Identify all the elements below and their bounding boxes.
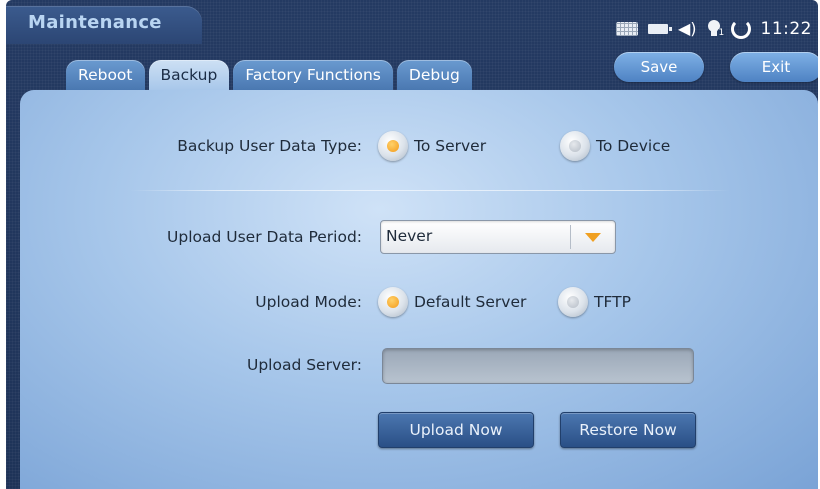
bulb-icon[interactable]: 1 bbox=[707, 20, 727, 39]
device-screen: Maintenance ◀) 1 11:22 Reboot Backup Fac… bbox=[6, 0, 818, 489]
select-separator bbox=[570, 225, 571, 249]
to-device-radio[interactable] bbox=[560, 131, 590, 161]
to-server-radio[interactable] bbox=[378, 131, 408, 161]
tftp-label[interactable]: TFTP bbox=[594, 293, 631, 311]
sync-icon bbox=[730, 19, 751, 39]
dropdown-arrow-icon[interactable] bbox=[585, 233, 601, 242]
tab-backup[interactable]: Backup bbox=[148, 60, 230, 90]
tab-bar: Reboot Backup Factory Functions Debug bbox=[66, 60, 472, 90]
tab-factory-functions[interactable]: Factory Functions bbox=[233, 60, 393, 90]
backup-panel: Backup User Data Type: To Server To Devi… bbox=[20, 90, 818, 489]
exit-button[interactable]: Exit bbox=[730, 52, 818, 82]
upload-now-button[interactable]: Upload Now bbox=[378, 412, 534, 448]
upload-server-field[interactable] bbox=[382, 348, 694, 384]
volume-icon[interactable]: ◀) bbox=[678, 21, 697, 37]
clock: 11:22 bbox=[760, 19, 812, 39]
tab-reboot[interactable]: Reboot bbox=[66, 60, 145, 90]
upload-server-label: Upload Server: bbox=[246, 356, 362, 374]
upload-period-select[interactable]: Never bbox=[380, 220, 616, 254]
notification-badge: 1 bbox=[716, 28, 727, 39]
title-tab: Maintenance bbox=[6, 6, 202, 44]
restore-now-button[interactable]: Restore Now bbox=[560, 412, 696, 448]
battery-icon bbox=[647, 24, 672, 34]
page-title: Maintenance bbox=[28, 12, 162, 33]
keyboard-icon[interactable] bbox=[615, 22, 638, 36]
tftp-radio[interactable] bbox=[558, 287, 588, 317]
default-server-label[interactable]: Default Server bbox=[414, 293, 526, 311]
to-server-label[interactable]: To Server bbox=[414, 137, 486, 155]
save-button[interactable]: Save bbox=[614, 52, 704, 82]
default-server-radio[interactable] bbox=[378, 287, 408, 317]
section-divider bbox=[130, 190, 730, 191]
backup-type-label: Backup User Data Type: bbox=[177, 137, 362, 155]
upload-mode-label: Upload Mode: bbox=[255, 293, 362, 311]
upload-period-label: Upload User Data Period: bbox=[167, 228, 362, 246]
upload-period-value: Never bbox=[386, 227, 433, 245]
to-device-label[interactable]: To Device bbox=[596, 137, 670, 155]
status-bar: ◀) 1 11:22 bbox=[615, 16, 812, 42]
tab-debug[interactable]: Debug bbox=[396, 60, 472, 90]
